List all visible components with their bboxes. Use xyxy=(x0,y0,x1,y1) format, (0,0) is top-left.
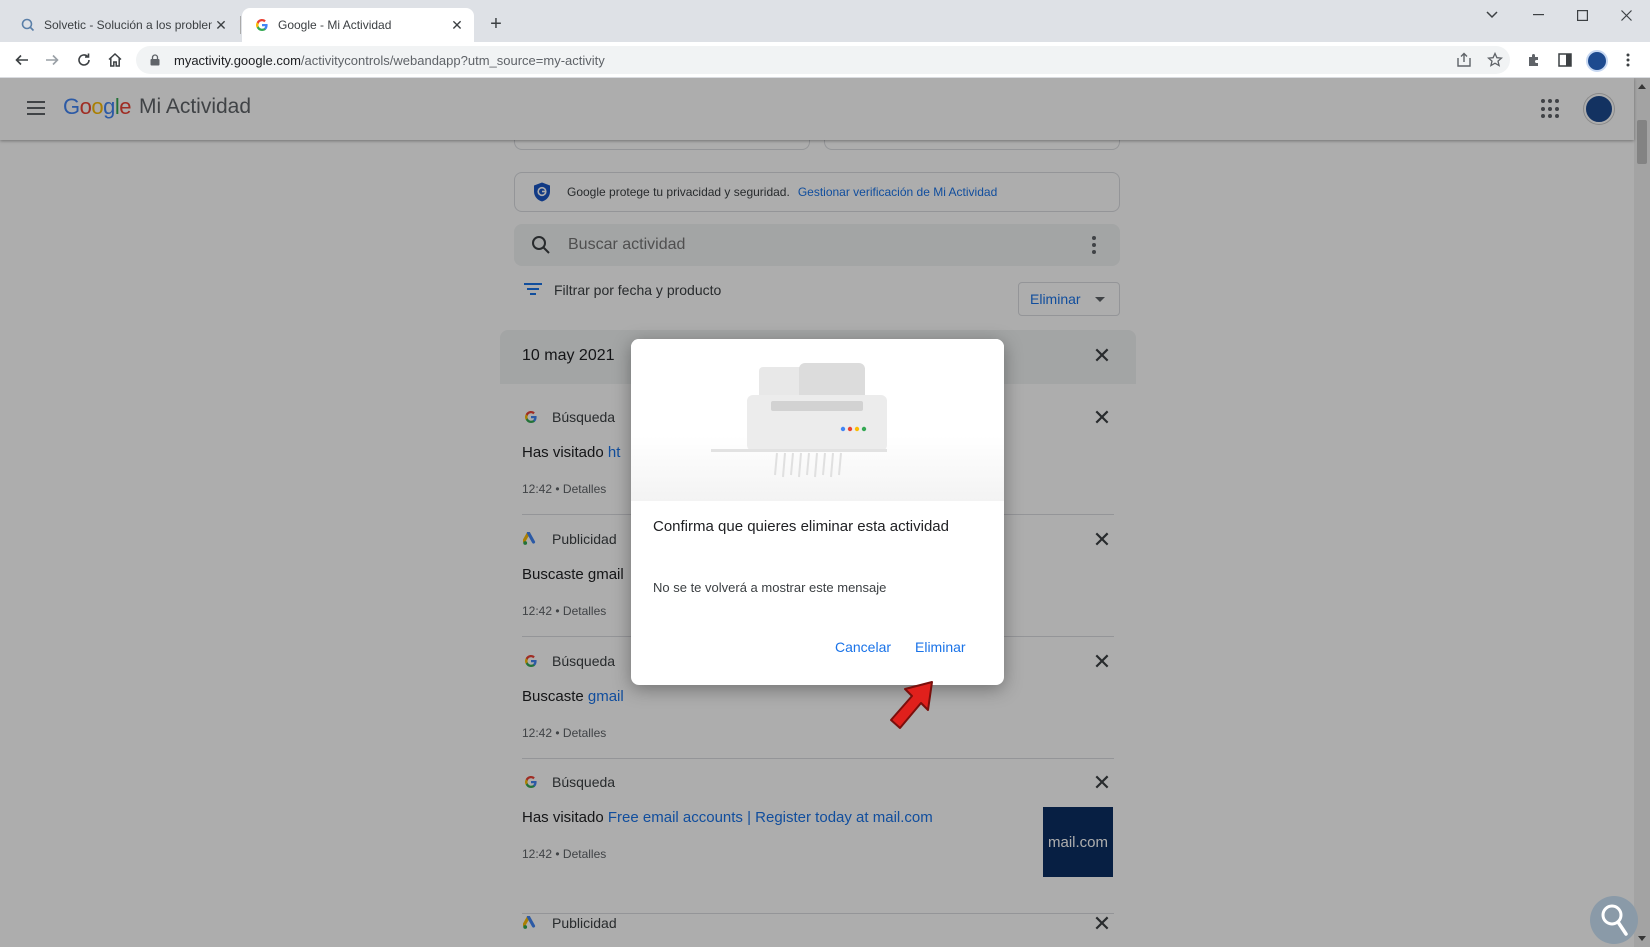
google-favicon-icon xyxy=(254,17,270,33)
bookmark-star-icon[interactable] xyxy=(1483,48,1507,72)
new-tab-button[interactable]: + xyxy=(484,12,508,36)
close-window-icon[interactable] xyxy=(1606,4,1646,26)
confirm-delete-button[interactable]: Eliminar xyxy=(915,639,966,655)
url-host: myactivity.google.com xyxy=(174,52,301,68)
tab-bar: Solvetic - Solución a los problem ✕ Goog… xyxy=(0,0,1650,42)
tab-solvetic[interactable]: Solvetic - Solución a los problem ✕ xyxy=(8,8,238,42)
side-panel-icon[interactable] xyxy=(1553,48,1577,72)
back-icon[interactable] xyxy=(10,48,34,72)
tab-title: Google - Mi Actividad xyxy=(278,18,392,32)
profile-avatar[interactable] xyxy=(1586,50,1608,72)
confirm-delete-dialog: Confirma que quieres eliminar esta activ… xyxy=(631,339,1004,685)
pointer-arrow-icon xyxy=(890,681,933,729)
shredder-illustration xyxy=(631,339,1004,501)
reload-icon[interactable] xyxy=(72,48,96,72)
solvetic-favicon-icon xyxy=(20,17,36,33)
forward-icon[interactable] xyxy=(40,48,64,72)
minimize-icon[interactable] xyxy=(1518,4,1558,26)
home-icon[interactable] xyxy=(103,48,127,72)
maximize-icon[interactable] xyxy=(1562,4,1602,26)
address-bar[interactable]: myactivity.google.com/activitycontrols/w… xyxy=(136,46,1510,74)
lock-icon[interactable] xyxy=(150,54,164,66)
browser-toolbar: myactivity.google.com/activitycontrols/w… xyxy=(0,42,1650,78)
browser-menu-icon[interactable] xyxy=(1616,48,1640,72)
close-tab-icon[interactable]: ✕ xyxy=(448,16,466,34)
dialog-message: No se te volverá a mostrar este mensaje xyxy=(653,580,887,595)
tab-separator xyxy=(240,16,241,34)
tab-title: Solvetic - Solución a los problem xyxy=(44,18,212,32)
url-path: /activitycontrols/webandapp?utm_source=m… xyxy=(300,52,605,68)
tab-search-chevron-down-icon[interactable] xyxy=(1472,4,1512,26)
tab-mi-actividad[interactable]: Google - Mi Actividad ✕ xyxy=(242,8,474,42)
cancel-button[interactable]: Cancelar xyxy=(835,639,891,655)
share-icon[interactable] xyxy=(1452,48,1476,72)
close-tab-icon[interactable]: ✕ xyxy=(212,16,230,34)
dialog-title: Confirma que quieres eliminar esta activ… xyxy=(653,518,949,535)
extensions-icon[interactable] xyxy=(1522,48,1546,72)
shredder-icon xyxy=(711,363,887,478)
watermark-badge-icon xyxy=(1590,896,1638,944)
